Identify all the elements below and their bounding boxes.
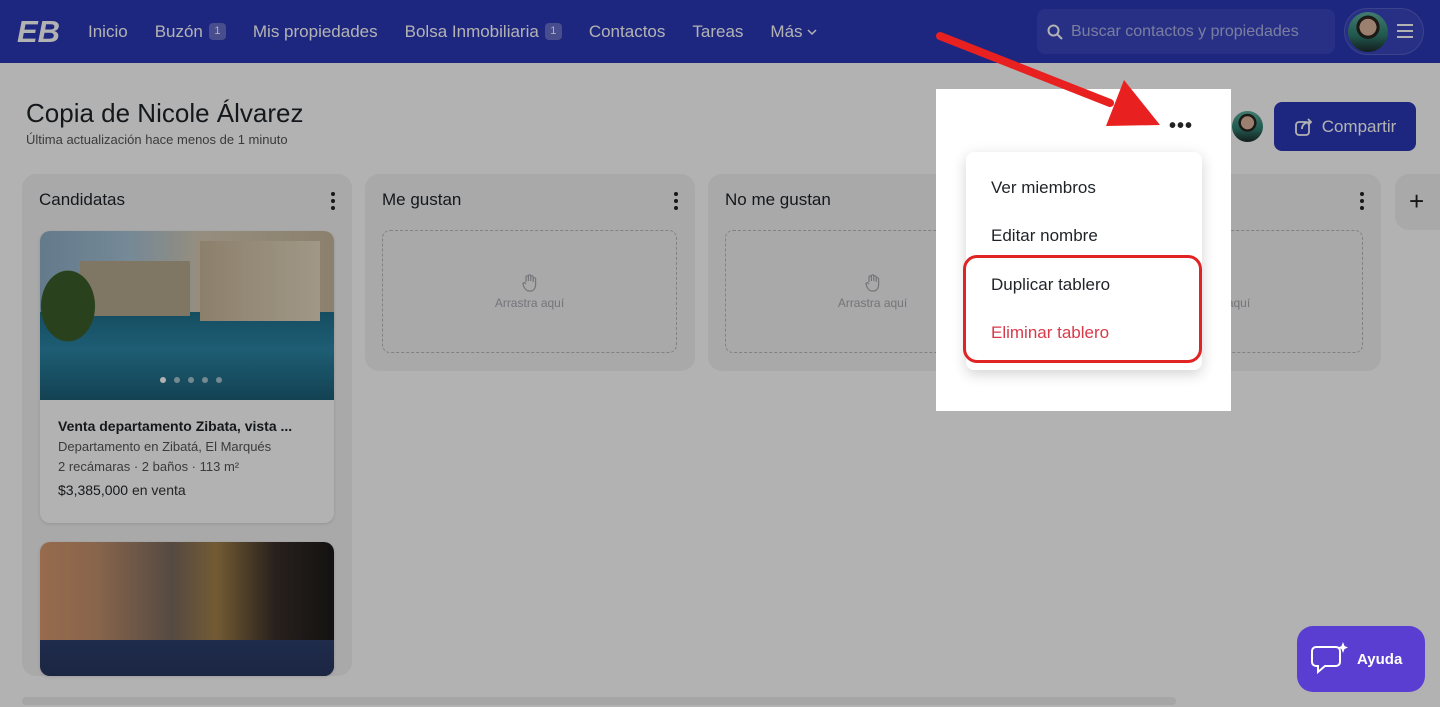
nav-contactos-label: Contactos (588, 21, 666, 41)
price-value: $3,385,000 (58, 482, 129, 498)
last-updated: Última actualización hace menos de 1 min… (26, 132, 288, 147)
search-placeholder: Buscar contactos y propiedades (1071, 22, 1299, 40)
menu-ver-miembros[interactable]: Ver miembros (991, 178, 1096, 198)
drop-zone-text: Arrastra aquí (837, 295, 908, 310)
user-menu[interactable] (1344, 8, 1424, 55)
property-card[interactable] (40, 542, 334, 676)
property-specs: 2 recámaras · 2 baños · 113 m² (58, 459, 240, 474)
nav-bolsa-inmobiliaria[interactable]: Bolsa Inmobiliaria 1 (405, 22, 562, 42)
member-avatar[interactable] (1232, 111, 1263, 142)
add-column-button[interactable]: + (1395, 174, 1440, 230)
column-title: Me gustan (382, 190, 462, 209)
search-icon (1047, 24, 1063, 40)
drop-zone[interactable]: Arrastra aquí (382, 230, 677, 353)
column-me-gustan: Me gustan Arrastra aquí (365, 174, 695, 371)
nav-mis-propiedades[interactable]: Mis propiedades (253, 22, 378, 42)
nav-tareas-label: Tareas (692, 21, 744, 41)
chat-sparkle-icon (1311, 642, 1348, 675)
board-options-menu: Ver miembros Editar nombre Duplicar tabl… (966, 152, 1202, 370)
property-card[interactable]: Venta departamento Zibata, vista ... Dep… (40, 231, 334, 523)
column-menu-icon[interactable] (1359, 192, 1365, 210)
add-column-label: + (1409, 186, 1425, 216)
menu-editar-nombre[interactable]: Editar nombre (991, 226, 1098, 246)
nav-inicio-label: Inicio (88, 21, 128, 41)
property-title: Venta departamento Zibata, vista ... (58, 418, 293, 434)
nav-contactos[interactable]: Contactos (589, 22, 666, 42)
property-photo[interactable] (40, 231, 334, 400)
share-icon (1294, 117, 1312, 136)
nav-buzon[interactable]: Buzón 1 (155, 22, 226, 42)
help-button[interactable]: Ayuda (1297, 626, 1425, 692)
buzon-count-badge: 1 (208, 23, 226, 40)
nav-buzon-label: Buzón (154, 21, 203, 41)
carousel-dots[interactable] (160, 377, 230, 383)
more-options-icon: ••• (1168, 115, 1193, 137)
chevron-down-icon (807, 28, 817, 35)
property-location: Departamento en Zibatá, El Marqués (58, 439, 272, 454)
nav-links: Inicio Buzón 1 Mis propiedades Bolsa Inmo… (88, 0, 844, 63)
horizontal-scrollbar[interactable] (22, 697, 1176, 705)
hamburger-icon (1397, 24, 1413, 38)
column-title: No me gustan (725, 190, 831, 209)
nav-mas-label: Más (770, 21, 803, 41)
nav-tareas[interactable]: Tareas (692, 22, 743, 42)
top-navbar: EB Inicio Buzón 1 Mis propiedades Bolsa I… (0, 0, 1440, 63)
grab-hand-icon (521, 273, 536, 292)
grab-hand-icon (864, 273, 879, 292)
help-label: Ayuda (1357, 650, 1403, 668)
bolsa-count-badge: 1 (544, 23, 562, 40)
user-avatar (1348, 12, 1388, 52)
price-suffix: en venta (131, 482, 186, 498)
column-candidatas: Candidatas Venta departamento Zibata, vi… (22, 174, 352, 676)
share-label: Compartir (1321, 116, 1397, 136)
menu-eliminar-tablero[interactable]: Eliminar tablero (991, 323, 1109, 343)
column-menu-icon[interactable] (330, 192, 336, 210)
svg-text:EB: EB (17, 14, 59, 49)
column-menu-icon[interactable] (673, 192, 679, 210)
column-title: Candidatas (39, 190, 126, 209)
nav-bolsa-label: Bolsa Inmobiliaria (404, 21, 539, 41)
search-input[interactable]: Buscar contactos y propiedades (1037, 9, 1335, 54)
nav-inicio[interactable]: Inicio (88, 22, 128, 42)
nav-mas[interactable]: Más (770, 21, 817, 42)
menu-duplicar-tablero[interactable]: Duplicar tablero (991, 275, 1110, 295)
drop-zone-text: Arrastra aquí (494, 295, 565, 310)
property-price: $3,385,000 en venta (58, 482, 320, 498)
nav-mis-propiedades-label: Mis propiedades (252, 21, 378, 41)
share-button[interactable]: Compartir (1274, 102, 1416, 151)
page-title: Copia de Nicole Álvarez (26, 98, 304, 128)
board-options-button[interactable]: ••• (1163, 112, 1199, 140)
eb-logo[interactable]: EB (17, 13, 59, 49)
property-photo[interactable] (40, 542, 334, 676)
